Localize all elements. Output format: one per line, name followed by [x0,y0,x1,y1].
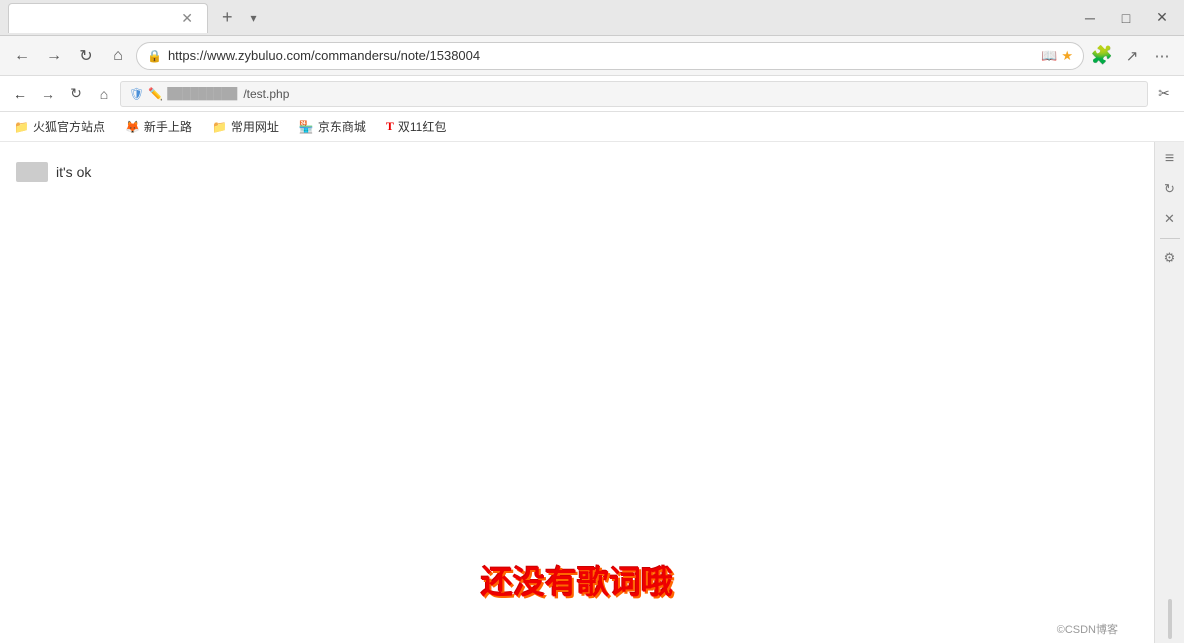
bookmark-double11[interactable]: T 双11红包 [380,116,452,137]
bottom-overlay: 还没有歌词哦 [481,557,673,603]
bookmark-label-4: 京东商城 [318,118,366,135]
address-bar-right: 📖 ★ [1041,48,1073,64]
store-icon: 🏪 [299,120,314,134]
tab-close-button[interactable]: ✕ [179,10,195,27]
bookmark-star-icon[interactable]: ★ [1061,48,1073,64]
sidebar-drag-handle[interactable] [1168,599,1172,639]
sidebar-menu-button[interactable]: ≡ [1157,146,1183,172]
inner-address-text: /test.php [243,87,289,101]
page-ok-text: it's ok [56,164,91,180]
lock-icon: 🔒 [147,49,162,63]
csdn-watermark: ©CSDN博客 [1057,621,1118,637]
maximize-button[interactable]: □ [1112,6,1140,30]
refresh-button[interactable]: ↻ [72,42,100,70]
inner-back-button[interactable]: ← [8,82,32,106]
sidebar-divider [1160,238,1180,239]
address-bar[interactable]: 🔒 https://www.zybuluo.com/commandersu/no… [136,42,1084,70]
t-icon: T [386,119,394,134]
shield-icon: 🛡 [129,87,144,101]
menu-button[interactable]: ⋯ [1148,42,1176,70]
page-content: it's ok 还没有歌词哦 ©CSDN博客 [0,142,1154,643]
edit-icon: ✏️ [148,87,163,101]
content-area: it's ok 还没有歌词哦 ©CSDN博客 ≡ ↻ ✕ ⚙ [0,142,1184,643]
avatar-image [16,162,48,182]
window-controls: ─ □ ✕ [1076,6,1176,30]
browser-window: ✕ + ▾ ─ □ ✕ ← → ↻ ⌂ 🔒 https://www.zybulu… [0,0,1184,643]
back-button[interactable]: ← [8,42,36,70]
address-text: https://www.zybuluo.com/commandersu/note… [168,48,1035,63]
bookmark-label-3: 常用网址 [231,118,279,135]
inner-url-text: █████████ [167,88,237,100]
minimize-button[interactable]: ─ [1076,6,1104,30]
tab-list-button[interactable]: ▾ [247,9,261,27]
close-button[interactable]: ✕ [1148,6,1176,30]
folder-icon-1: 📁 [14,120,29,134]
bookmarks-bar: 📁 火狐官方站点 🦊 新手上路 📁 常用网址 🏪 京东商城 T 双11红包 [0,112,1184,142]
inner-refresh-button[interactable]: ↻ [64,82,88,106]
inner-address-icons: 🛡 ✏️ █████████ [129,87,237,101]
reader-view-icon[interactable]: 📖 [1041,48,1057,64]
folder-icon-2: 📁 [212,120,227,134]
sidebar-settings-button[interactable]: ⚙ [1157,245,1183,271]
bookmark-label-2: 新手上路 [144,118,192,135]
inner-screenshot-button[interactable]: ✂ [1152,82,1176,106]
home-button[interactable]: ⌂ [104,42,132,70]
nav-bar: ← → ↻ ⌂ 🔒 https://www.zybuluo.com/comman… [0,36,1184,76]
active-tab[interactable]: ✕ [8,3,208,33]
no-lyrics-text: 还没有歌词哦 [481,564,673,600]
bookmark-label-5: 双11红包 [398,118,446,135]
new-tab-button[interactable]: + [216,5,239,30]
share-button[interactable]: ↗ [1118,42,1146,70]
inner-forward-button[interactable]: → [36,82,60,106]
watermark-text: ©CSDN博客 [1057,624,1118,636]
bookmark-foxsite[interactable]: 📁 火狐官方站点 [8,116,111,137]
bookmark-label-1: 火狐官方站点 [33,118,105,135]
bookmark-jd[interactable]: 🏪 京东商城 [293,116,372,137]
title-bar: ✕ + ▾ ─ □ ✕ [0,0,1184,36]
nav-right-icons: 🧩 ↗ ⋯ [1088,42,1176,70]
forward-button[interactable]: → [40,42,68,70]
inner-nav-bar: ← → ↻ ⌂ 🛡 ✏️ █████████ /test.php ✂ [0,76,1184,112]
page-image-text-container: it's ok [16,162,1138,182]
firefox-icon: 🦊 [125,120,140,134]
sidebar-close-button[interactable]: ✕ [1157,206,1183,232]
sidebar-sync-button[interactable]: ↻ [1157,176,1183,202]
bookmark-newbie[interactable]: 🦊 新手上路 [119,116,198,137]
inner-home-button[interactable]: ⌂ [92,82,116,106]
title-bar-left: ✕ + ▾ [8,3,1070,33]
extensions-button[interactable]: 🧩 [1088,42,1116,70]
bookmark-common[interactable]: 📁 常用网址 [206,116,285,137]
right-sidebar: ≡ ↻ ✕ ⚙ [1154,142,1184,643]
inner-address-bar[interactable]: 🛡 ✏️ █████████ /test.php [120,81,1148,107]
